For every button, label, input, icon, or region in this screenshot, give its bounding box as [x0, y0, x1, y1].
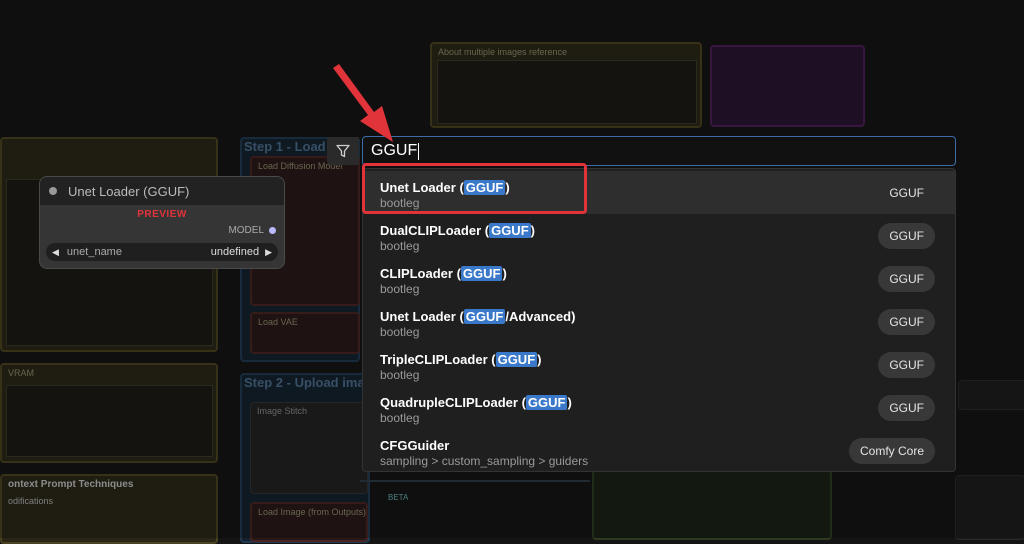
annotation-arrow-icon: [333, 64, 393, 142]
